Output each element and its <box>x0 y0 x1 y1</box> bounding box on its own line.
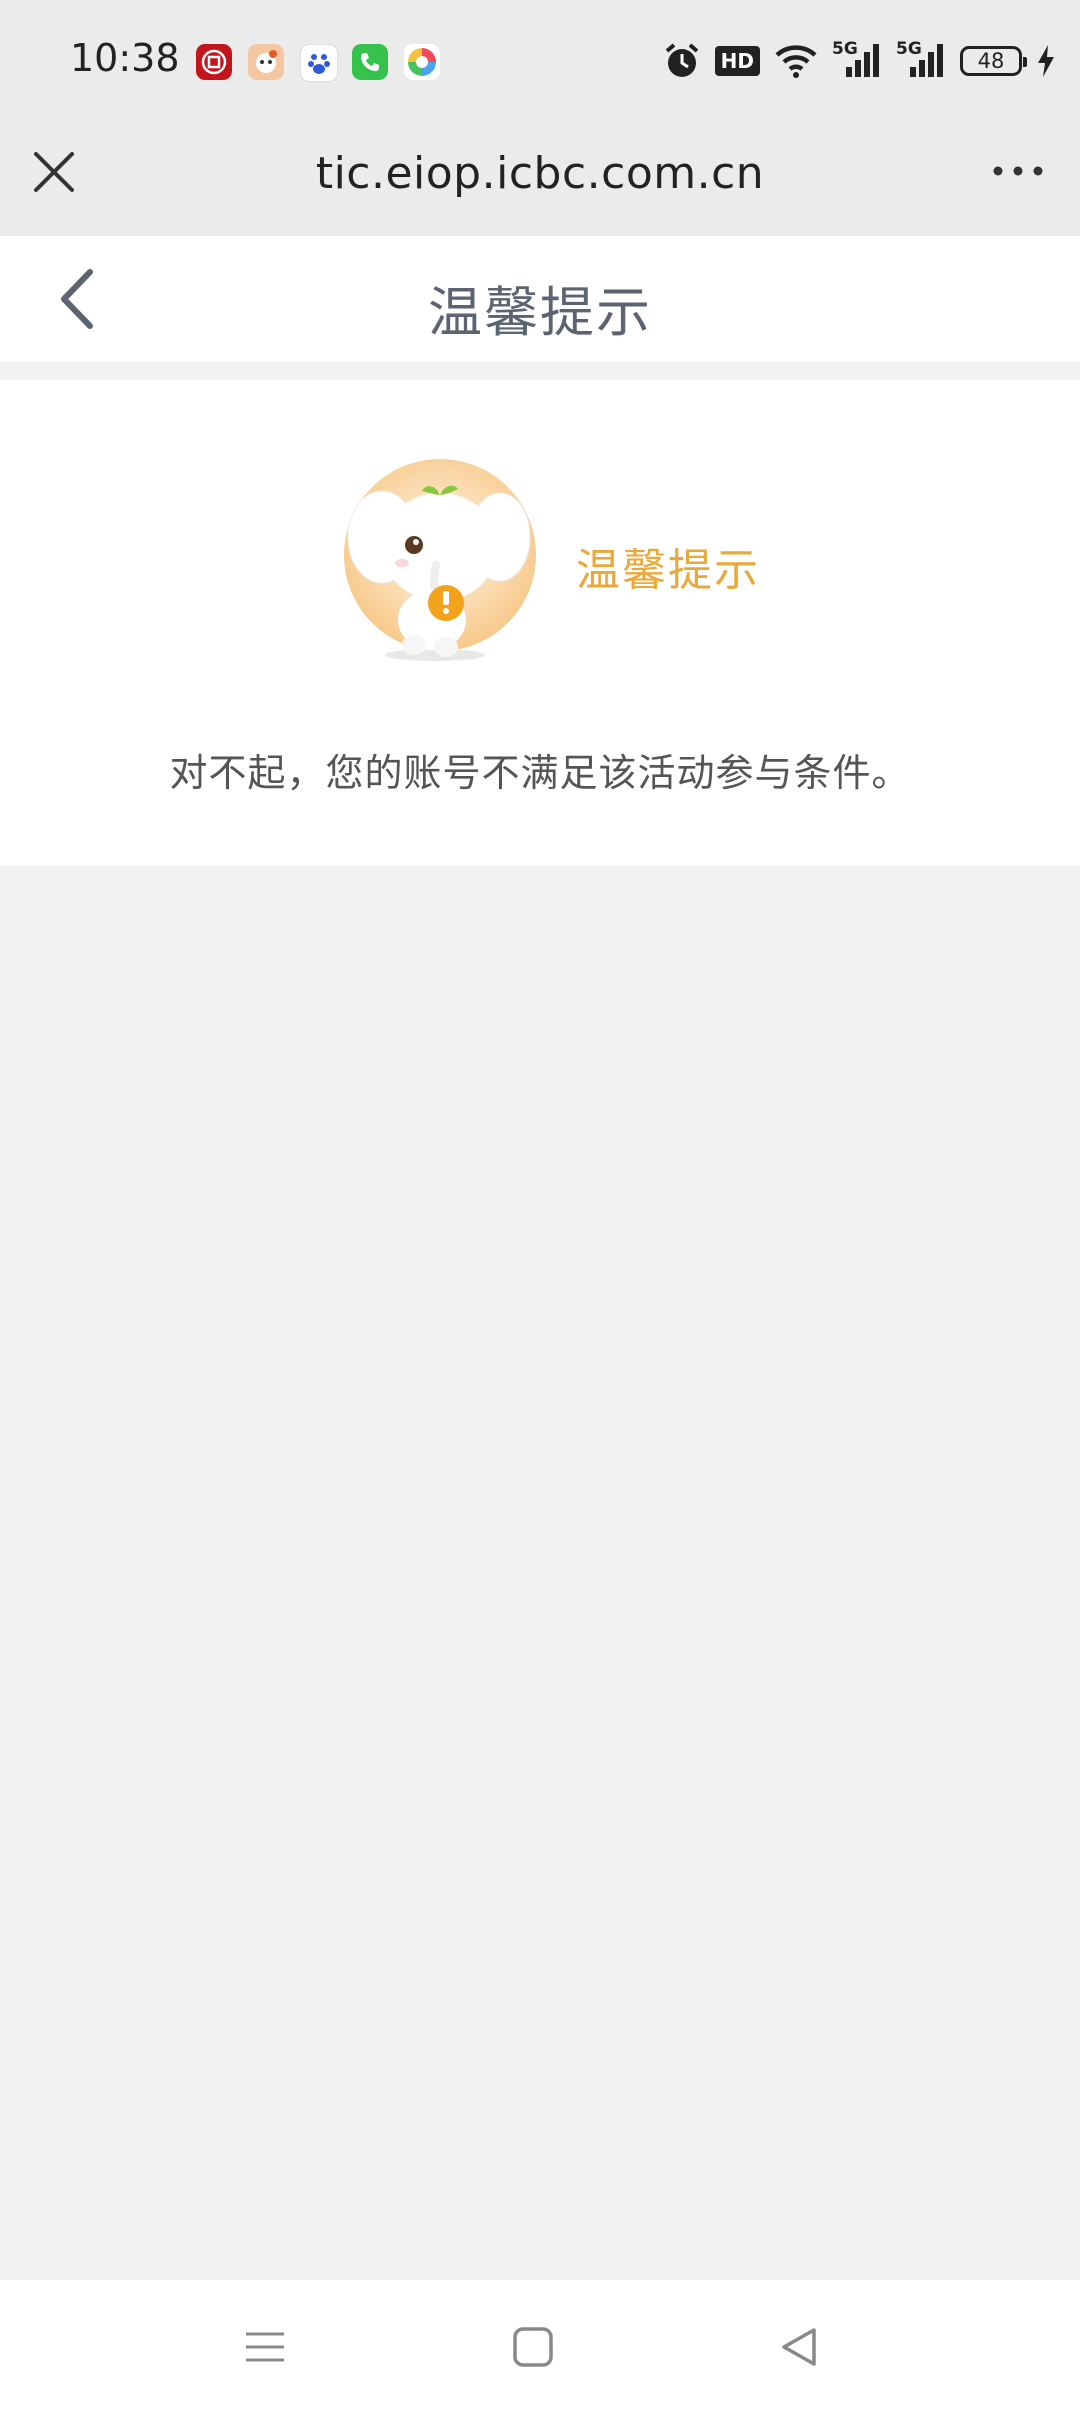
browser-toolbar: tic.eiop.icbc.com.cn <box>0 122 1080 236</box>
status-bar: 10:38 HD 5G 5G 48 <box>0 0 1080 122</box>
signal-label: 5G <box>832 39 858 59</box>
mascot-app-icon <box>248 44 284 80</box>
menu-icon <box>246 2332 284 2362</box>
phone-app-icon <box>352 44 388 80</box>
notice-card: 温馨提示 对不起，您的账号不满足该活动参与条件。 <box>0 380 1080 866</box>
elephant-mascot-image <box>340 455 540 665</box>
home-icon <box>513 2327 553 2367</box>
status-time: 10:38 <box>70 36 180 80</box>
page-title: 温馨提示 <box>428 281 652 344</box>
alarm-icon <box>663 41 701 81</box>
notice-message: 对不起，您的账号不满足该活动参与条件。 <box>169 751 911 795</box>
wifi-icon <box>774 43 818 79</box>
back-nav-button[interactable] <box>774 2322 824 2372</box>
home-button[interactable] <box>508 2322 558 2372</box>
hd-label: HD <box>714 46 760 76</box>
more-menu-button[interactable] <box>990 156 1046 186</box>
5g-signal-icon: 5G <box>896 39 946 81</box>
battery-level: 48 <box>977 49 1005 73</box>
system-nav-bar <box>0 2280 1080 2412</box>
signal-label: 5G <box>896 39 922 59</box>
colorful-app-icon <box>404 44 440 80</box>
more-icon <box>993 166 1043 176</box>
status-icons: HD 5G 5G 48 <box>663 36 1056 86</box>
page-header: 温馨提示 <box>0 236 1080 362</box>
5g-signal-icon: 5G <box>832 39 882 81</box>
menu-button[interactable] <box>240 2322 290 2372</box>
charging-icon <box>1036 43 1056 79</box>
baidu-app-icon <box>300 44 338 82</box>
hd-icon: HD <box>714 46 760 76</box>
battery-indicator: 48 <box>960 46 1027 76</box>
notice-label: 温馨提示 <box>576 545 760 596</box>
back-icon <box>782 2328 816 2366</box>
icbc-app-icon <box>196 44 232 80</box>
url-display[interactable]: tic.eiop.icbc.com.cn <box>0 148 1080 199</box>
